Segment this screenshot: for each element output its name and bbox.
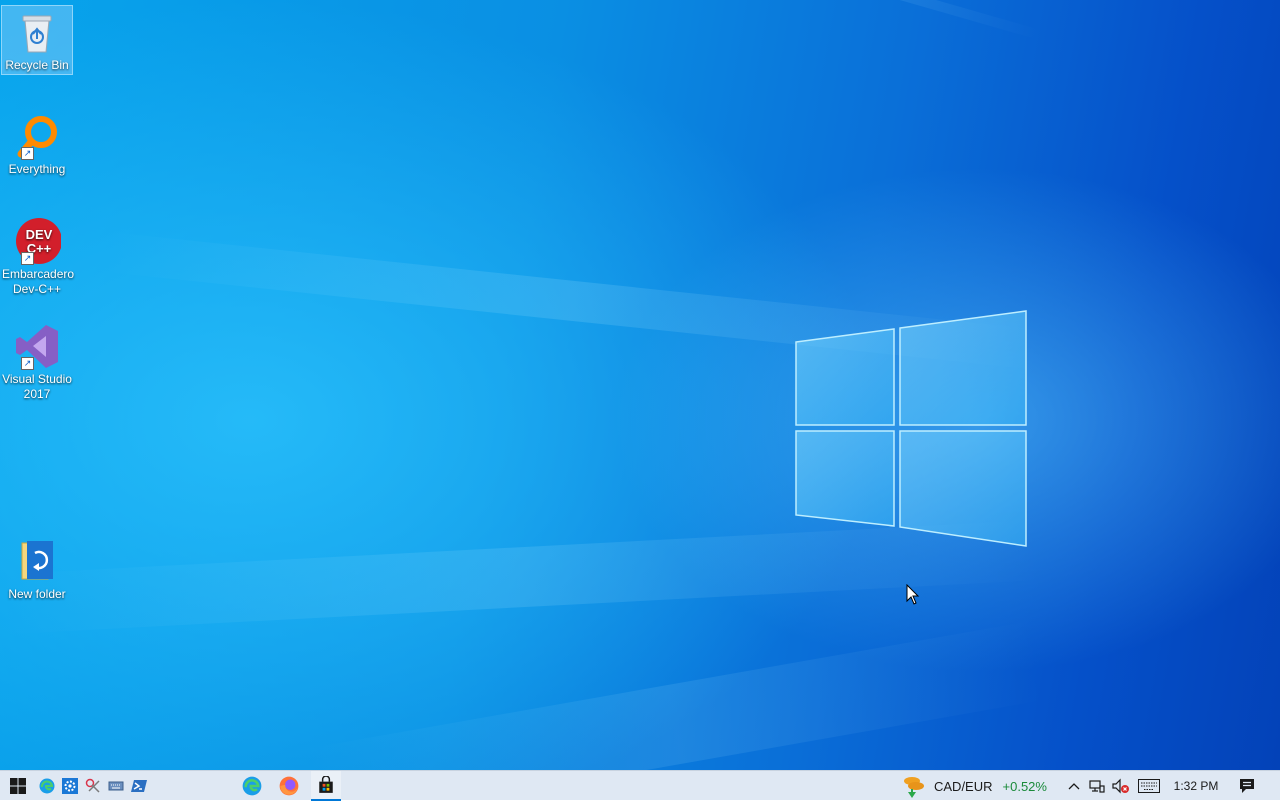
edge-icon [242, 776, 262, 796]
shortcut-arrow-icon: ↗ [21, 357, 34, 370]
currency-pair: CAD/EUR [934, 778, 993, 794]
currency-change: +0.52% [1002, 778, 1047, 794]
desktop-icon-visual-studio[interactable]: ↗ Visual Studio 2017 [2, 320, 72, 405]
volume-muted-icon [1112, 778, 1129, 794]
windows-logo-wallpaper [795, 310, 1027, 547]
desktop-icon-label: New folder [8, 587, 66, 601]
recycle-bin-icon [13, 8, 61, 56]
terminal-icon [131, 780, 147, 792]
keyboard-icon [1138, 779, 1160, 793]
scissors-icon [85, 778, 100, 793]
desktop-icon-label: Visual Studio 2017 [2, 372, 72, 401]
shortcut-arrow-icon: ↗ [21, 147, 34, 160]
start-button[interactable] [4, 771, 32, 801]
desktop[interactable]: Recycle Bin ↗ Everything DEV C++ ↗ Embar… [0, 0, 1280, 770]
keyboard-quicklaunch[interactable] [105, 771, 127, 801]
store-taskbar[interactable] [311, 771, 341, 801]
folder-icon [13, 537, 61, 585]
desktop-icon-label: Everything [8, 162, 66, 176]
snipping-quicklaunch[interactable] [82, 771, 104, 801]
mouse-pointer-icon [906, 584, 920, 605]
gear-icon [62, 778, 78, 794]
currency-widget[interactable]: CAD/EUR +0.52% [900, 771, 1055, 801]
desktop-icon-everything[interactable]: ↗ Everything [2, 110, 72, 180]
network-icon [1089, 780, 1105, 793]
edge-taskbar[interactable] [238, 771, 266, 801]
devcpp-icon: DEV C++ ↗ [13, 217, 62, 265]
keyboard-icon [108, 781, 124, 791]
clock-time: 1:32 PM [1173, 779, 1219, 793]
firefox-taskbar[interactable] [275, 771, 303, 801]
edge-quicklaunch[interactable] [36, 771, 58, 801]
windows-icon [10, 778, 26, 794]
show-hidden-icons-button[interactable] [1064, 771, 1084, 801]
network-tray-button[interactable] [1086, 771, 1108, 801]
firefox-icon [279, 776, 299, 796]
edge-icon [39, 778, 55, 794]
currency-exchange-icon [904, 777, 924, 798]
powershell-quicklaunch[interactable] [128, 771, 150, 801]
visual-studio-icon: ↗ [13, 322, 61, 370]
desktop-icon-new-folder[interactable]: New folder [2, 535, 72, 603]
settings-quicklaunch[interactable] [59, 771, 81, 801]
clock[interactable]: 1:32 PM [1166, 771, 1226, 801]
taskbar: CAD/EUR +0.52% 1:32 PM [0, 770, 1280, 801]
desktop-icon-recycle-bin[interactable]: Recycle Bin [1, 5, 73, 75]
desktop-icon-label: Embarcadero Dev-C++ [2, 267, 75, 296]
svg-text:DEV: DEV [26, 227, 53, 242]
notification-icon [1240, 779, 1254, 793]
store-icon [319, 776, 333, 793]
everything-search-icon: ↗ [13, 112, 61, 160]
action-center-button[interactable] [1234, 771, 1260, 801]
touch-keyboard-button[interactable] [1136, 771, 1162, 801]
chevron-up-icon [1068, 783, 1080, 790]
desktop-icon-devcpp[interactable]: DEV C++ ↗ Embarcadero Dev-C++ [2, 215, 75, 300]
volume-tray-button[interactable] [1110, 771, 1132, 801]
shortcut-arrow-icon: ↗ [21, 252, 34, 265]
desktop-icon-label: Recycle Bin [5, 58, 69, 72]
